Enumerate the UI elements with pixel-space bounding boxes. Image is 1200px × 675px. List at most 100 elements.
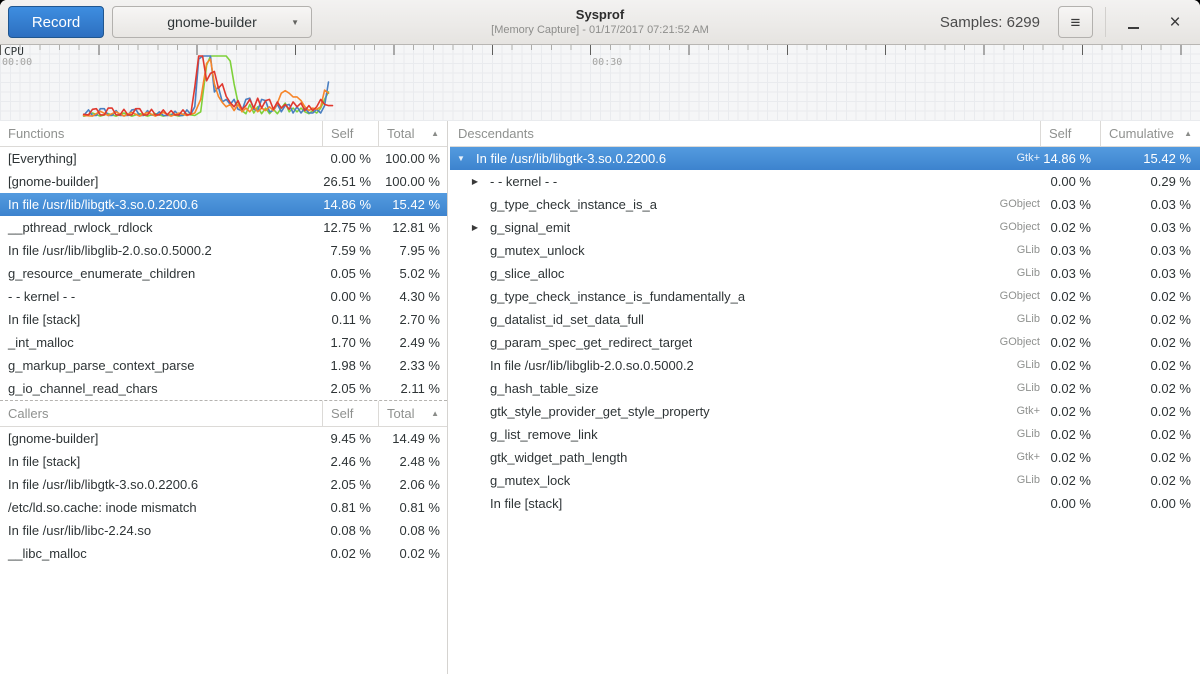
descendant-row[interactable]: g_datalist_id_set_data_fullGLib0.02 %0.0… bbox=[450, 308, 1200, 331]
category-badge: Gtk+ bbox=[1016, 147, 1040, 170]
caller-row[interactable]: In file /usr/lib/libc-2.24.so0.08 %0.08 … bbox=[0, 519, 447, 542]
function-name: - - kernel - - bbox=[482, 170, 557, 193]
chevron-down-icon: ▼ bbox=[291, 18, 299, 27]
time-tick-label: 00:30 bbox=[592, 57, 622, 68]
minimize-button[interactable] bbox=[1118, 7, 1148, 37]
self-percent: 0.02 % bbox=[1040, 377, 1100, 400]
caller-row[interactable]: __libc_malloc0.02 %0.02 % bbox=[0, 542, 447, 565]
function-name: g_mutex_lock bbox=[482, 469, 570, 492]
caller-row[interactable]: In file [stack]2.46 %2.48 % bbox=[0, 450, 447, 473]
descendant-row[interactable]: g_hash_table_sizeGLib0.02 %0.02 % bbox=[450, 377, 1200, 400]
function-name: __libc_malloc bbox=[0, 542, 87, 565]
descendant-row[interactable]: g_param_spec_get_redirect_targetGObject0… bbox=[450, 331, 1200, 354]
cumulative-percent: 0.03 % bbox=[1100, 262, 1200, 285]
self-percent: 0.02 % bbox=[1040, 354, 1100, 377]
descendant-row[interactable]: g_list_remove_linkGLib0.02 %0.02 % bbox=[450, 423, 1200, 446]
function-row[interactable]: - - kernel - -0.00 %4.30 % bbox=[0, 285, 447, 308]
function-name: g_mutex_unlock bbox=[482, 239, 585, 262]
headerbar-right-cluster: Samples: 6299 ≡ × bbox=[940, 6, 1200, 38]
cumulative-percent: 0.02 % bbox=[1100, 400, 1200, 423]
record-button[interactable]: Record bbox=[8, 6, 104, 38]
category-badge: GObject bbox=[1000, 331, 1040, 354]
function-row[interactable]: In file /usr/lib/libgtk-3.so.0.2200.614.… bbox=[0, 193, 447, 216]
cpu-timeline-chart[interactable]: 00:0000:30CPU bbox=[0, 45, 1200, 121]
descendant-row[interactable]: gtk_style_provider_get_style_propertyGtk… bbox=[450, 400, 1200, 423]
descendants-table: ▼In file /usr/lib/libgtk-3.so.0.2200.6 Gt… bbox=[450, 147, 1200, 515]
function-row[interactable]: In file /usr/lib/libglib-2.0.so.0.5000.2… bbox=[0, 239, 447, 262]
function-row[interactable]: g_markup_parse_context_parse1.98 %2.33 % bbox=[0, 354, 447, 377]
category-badge: GLib bbox=[1017, 262, 1040, 285]
cumulative-percent: 0.03 % bbox=[1100, 193, 1200, 216]
descendant-row[interactable]: In file /usr/lib/libglib-2.0.so.0.5000.2… bbox=[450, 354, 1200, 377]
total-percent: 4.30 % bbox=[378, 285, 447, 308]
caller-row[interactable]: /etc/ld.so.cache: inode mismatch0.81 %0.… bbox=[0, 496, 447, 519]
function-row[interactable]: g_io_channel_read_chars2.05 %2.11 % bbox=[0, 377, 447, 400]
function-name: g_type_check_instance_is_a bbox=[482, 193, 657, 216]
function-name: [gnome-builder] bbox=[0, 427, 98, 450]
function-row[interactable]: [Everything]0.00 %100.00 % bbox=[0, 147, 447, 170]
expander-collapsed-icon[interactable]: ▶ bbox=[468, 216, 482, 239]
self-percent: 0.02 % bbox=[1040, 400, 1100, 423]
cumulative-percent: 0.02 % bbox=[1100, 423, 1200, 446]
cumulative-percent: 0.02 % bbox=[1100, 446, 1200, 469]
descendant-row[interactable]: g_slice_allocGLib0.03 %0.03 % bbox=[450, 262, 1200, 285]
column-functions[interactable]: Functions bbox=[0, 121, 322, 146]
column-total[interactable]: Total▲ bbox=[378, 401, 447, 426]
descendant-row[interactable]: ▼In file /usr/lib/libgtk-3.so.0.2200.6 Gt… bbox=[450, 147, 1200, 170]
self-percent: 0.02 % bbox=[1040, 285, 1100, 308]
functions-table: [Everything]0.00 %100.00 %[gnome-builder… bbox=[0, 147, 447, 400]
descendant-row[interactable]: gtk_widget_path_lengthGtk+0.02 %0.02 % bbox=[450, 446, 1200, 469]
process-selector-dropdown[interactable]: gnome-builder ▼ bbox=[112, 6, 312, 38]
total-percent: 2.48 % bbox=[378, 450, 447, 473]
self-percent: 26.51 % bbox=[322, 170, 378, 193]
descendant-row[interactable]: g_mutex_unlockGLib0.03 %0.03 % bbox=[450, 239, 1200, 262]
menu-button[interactable]: ≡ bbox=[1058, 6, 1093, 38]
function-name: - - kernel - - bbox=[0, 285, 75, 308]
column-self[interactable]: Self bbox=[322, 121, 378, 146]
descendant-row[interactable]: g_type_check_instance_is_fundamentally_a… bbox=[450, 285, 1200, 308]
total-percent: 7.95 % bbox=[378, 239, 447, 262]
column-descendants[interactable]: Descendants bbox=[450, 121, 1040, 146]
caller-row[interactable]: [gnome-builder]9.45 %14.49 % bbox=[0, 427, 447, 450]
self-percent: 2.05 % bbox=[322, 473, 378, 496]
category-badge: GLib bbox=[1017, 354, 1040, 377]
descendant-row[interactable]: g_mutex_lockGLib0.02 %0.02 % bbox=[450, 469, 1200, 492]
descendant-row[interactable]: g_type_check_instance_is_aGObject0.03 %0… bbox=[450, 193, 1200, 216]
function-name: [gnome-builder] bbox=[0, 170, 98, 193]
total-percent: 14.49 % bbox=[378, 427, 447, 450]
self-percent: 0.11 % bbox=[322, 308, 378, 331]
column-self[interactable]: Self bbox=[322, 401, 378, 426]
self-percent: 0.02 % bbox=[322, 542, 378, 565]
function-row[interactable]: g_resource_enumerate_children0.05 %5.02 … bbox=[0, 262, 447, 285]
expander-collapsed-icon[interactable]: ▶ bbox=[468, 170, 482, 193]
cumulative-percent: 0.02 % bbox=[1100, 354, 1200, 377]
close-button[interactable]: × bbox=[1160, 7, 1190, 37]
category-badge: GLib bbox=[1017, 239, 1040, 262]
function-name: g_signal_emit bbox=[482, 216, 570, 239]
function-name: In file /usr/lib/libgtk-3.so.0.2200.6 bbox=[468, 147, 666, 170]
self-percent: 0.81 % bbox=[322, 496, 378, 519]
function-name: g_type_check_instance_is_fundamentally_a bbox=[482, 285, 745, 308]
descendant-row[interactable]: ▶g_signal_emitGObject0.02 %0.03 % bbox=[450, 216, 1200, 239]
cumulative-percent: 0.03 % bbox=[1100, 216, 1200, 239]
category-badge: Gtk+ bbox=[1016, 400, 1040, 423]
total-percent: 100.00 % bbox=[378, 170, 447, 193]
column-callers[interactable]: Callers bbox=[0, 401, 322, 426]
function-row[interactable]: __pthread_rwlock_rdlock12.75 %12.81 % bbox=[0, 216, 447, 239]
function-row[interactable]: [gnome-builder] 26.51 %100.00 % bbox=[0, 170, 447, 193]
function-row[interactable]: _int_malloc1.70 %2.49 % bbox=[0, 331, 447, 354]
caller-row[interactable]: In file /usr/lib/libgtk-3.so.0.2200.62.0… bbox=[0, 473, 447, 496]
column-cumulative[interactable]: Cumulative▲ bbox=[1100, 121, 1200, 146]
cumulative-percent: 0.02 % bbox=[1100, 469, 1200, 492]
callers-table: [gnome-builder]9.45 %14.49 %In file [sta… bbox=[0, 427, 447, 565]
function-row[interactable]: In file [stack]0.11 %2.70 % bbox=[0, 308, 447, 331]
column-total[interactable]: Total▲ bbox=[378, 121, 447, 146]
column-self[interactable]: Self bbox=[1040, 121, 1100, 146]
descendant-row[interactable]: In file [stack]0.00 %0.00 % bbox=[450, 492, 1200, 515]
descendant-row[interactable]: ▶- - kernel - -0.00 %0.29 % bbox=[450, 170, 1200, 193]
expander-expanded-icon[interactable]: ▼ bbox=[454, 147, 468, 170]
self-percent: 0.03 % bbox=[1040, 262, 1100, 285]
function-name: /etc/ld.so.cache: inode mismatch bbox=[0, 496, 197, 519]
total-percent: 2.33 % bbox=[378, 354, 447, 377]
functions-callers-pane: Functions Self Total▲ [Everything]0.00 %… bbox=[0, 121, 447, 674]
